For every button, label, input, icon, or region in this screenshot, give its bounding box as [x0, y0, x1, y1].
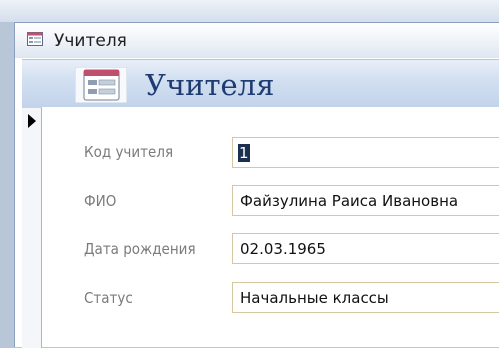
label-birth-date: Дата рождения	[84, 240, 196, 258]
current-record-arrow-icon	[28, 114, 36, 128]
form-detail: Код учителя 1 ФИО Файзулина Раиса Иванов…	[42, 107, 499, 347]
label-full-name: ФИО	[84, 192, 117, 210]
form-header-title: Учителя	[145, 68, 275, 102]
label-status: Статус	[84, 289, 133, 307]
full-name-value: Файзулина Раиса Ивановна	[240, 192, 459, 210]
status-field[interactable]: Начальные классы	[232, 282, 499, 313]
record-selector[interactable]	[22, 107, 42, 348]
label-teacher-code: Код учителя	[84, 143, 174, 161]
form-header: Учителя	[22, 59, 499, 107]
window-title: Учителя	[54, 31, 127, 51]
teacher-code-value: 1	[238, 144, 250, 162]
top-strip	[0, 0, 499, 22]
full-name-field[interactable]: Файзулина Раиса Ивановна	[232, 185, 499, 216]
form-icon	[27, 32, 43, 46]
birth-date-field[interactable]: 02.03.1965	[232, 233, 499, 264]
form-tab-titlebar[interactable]: Учителя	[15, 23, 499, 58]
status-value: Начальные классы	[240, 289, 389, 307]
form-icon	[75, 67, 127, 103]
form-window: Учителя Учителя Код учителя 1 ФИО Файзул…	[14, 22, 499, 348]
birth-date-value: 02.03.1965	[240, 240, 326, 258]
teacher-code-field[interactable]: 1	[232, 137, 499, 168]
